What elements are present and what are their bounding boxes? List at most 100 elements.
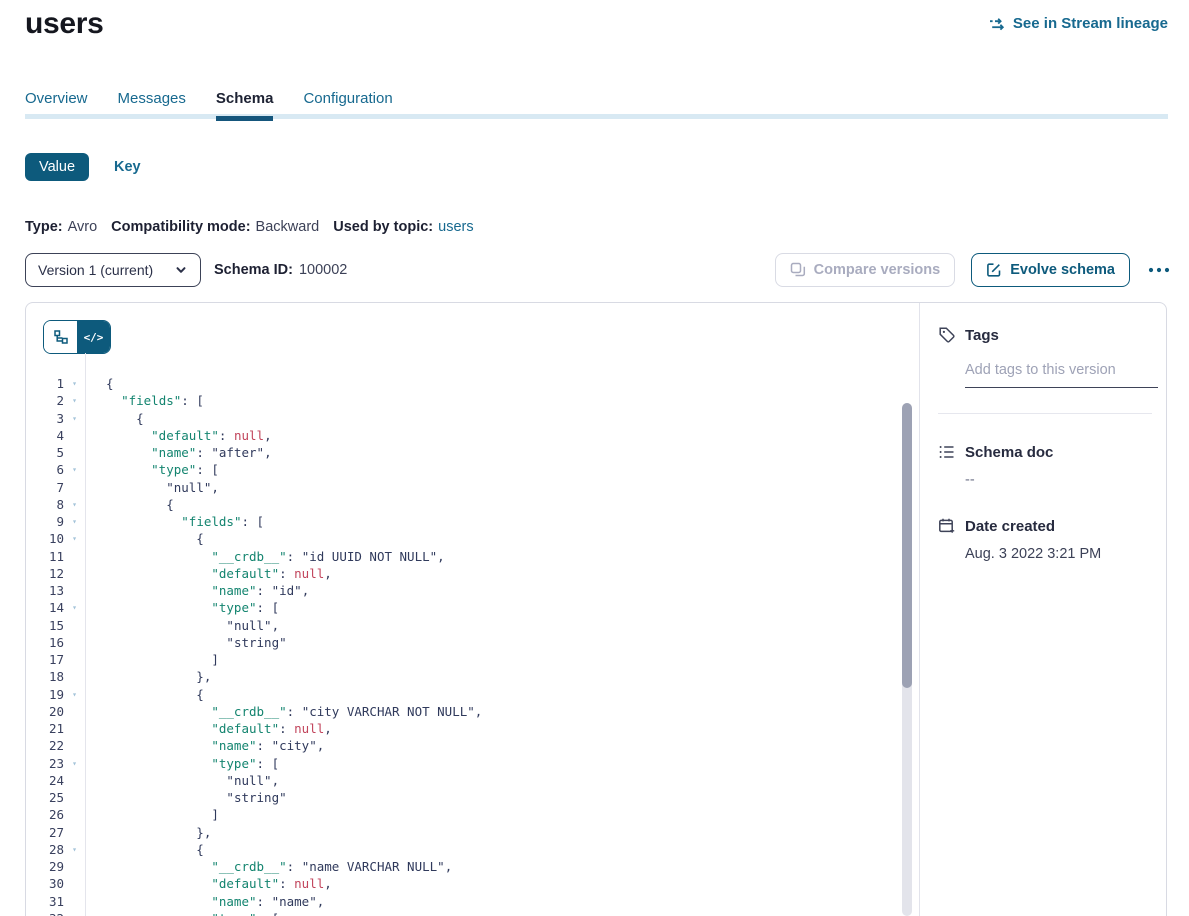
tab-configuration[interactable]: Configuration xyxy=(303,90,392,121)
code-line: 3▾ { xyxy=(26,410,919,427)
editor-scrollbar-track[interactable] xyxy=(902,403,912,916)
code-text: "__crdb__": "city VARCHAR NOT NULL", xyxy=(85,704,482,719)
code-line: 22 "name": "city", xyxy=(26,737,919,754)
type-value: Avro xyxy=(68,219,98,235)
line-number: 32 xyxy=(26,911,64,916)
schema-page: users See in Stream lineage Overview Mes… xyxy=(0,0,1189,916)
code-line: 25 "string" xyxy=(26,789,919,806)
evolve-schema-button[interactable]: Evolve schema xyxy=(971,253,1130,287)
schema-doc-value: -- xyxy=(965,472,1152,488)
code-text: }, xyxy=(85,669,211,684)
code-line: 30 "default": null, xyxy=(26,875,919,892)
code-text: { xyxy=(85,497,174,512)
fold-arrow-icon[interactable]: ▾ xyxy=(64,517,85,526)
tags-title: Tags xyxy=(965,327,999,344)
version-select[interactable]: Version 1 (current) xyxy=(25,253,201,287)
code-text: "name": "after", xyxy=(85,445,272,460)
line-number: 27 xyxy=(26,825,64,840)
type-label: Type: xyxy=(25,219,63,235)
code-text: "__crdb__": "id UUID NOT NULL", xyxy=(85,549,445,564)
add-tags-input[interactable]: Add tags to this version xyxy=(965,362,1158,388)
line-number: 7 xyxy=(26,480,64,495)
tab-schema[interactable]: Schema xyxy=(216,90,274,121)
used-by-topic-label: Used by topic: xyxy=(333,219,433,235)
value-toggle-button[interactable]: Value xyxy=(25,153,89,181)
code-line: 19▾ { xyxy=(26,686,919,703)
view-toggle-group: </> xyxy=(43,320,111,354)
code-line: 24 "null", xyxy=(26,772,919,789)
code-text: "string" xyxy=(85,790,287,805)
date-created-section: Date created Aug. 3 2022 3:21 PM xyxy=(938,517,1152,562)
line-number: 5 xyxy=(26,445,64,460)
fold-arrow-icon[interactable]: ▾ xyxy=(64,465,85,474)
code-line: 23▾ "type": [ xyxy=(26,755,919,772)
value-key-toggle: Value Key xyxy=(25,153,141,181)
fold-arrow-icon[interactable]: ▾ xyxy=(64,759,85,768)
compare-versions-button[interactable]: Compare versions xyxy=(775,253,956,287)
code-line: 5 "name": "after", xyxy=(26,444,919,461)
more-actions-button[interactable] xyxy=(1146,263,1172,277)
compare-versions-label: Compare versions xyxy=(814,262,941,278)
tab-overview[interactable]: Overview xyxy=(25,90,88,121)
fold-arrow-icon[interactable]: ▾ xyxy=(64,690,85,699)
code-region[interactable]: 1▾{2▾ "fields": [3▾ {4 "default": null,5… xyxy=(26,353,919,916)
line-number: 6 xyxy=(26,462,64,477)
code-view-icon: </> xyxy=(84,331,104,344)
line-number: 14 xyxy=(26,600,64,615)
key-toggle-button[interactable]: Key xyxy=(114,159,141,175)
code-text: "type": [ xyxy=(85,756,279,771)
code-text: { xyxy=(85,687,204,702)
code-text: "default": null, xyxy=(85,428,272,443)
code-text: "name": "id", xyxy=(85,583,309,598)
sidebar-divider xyxy=(938,413,1152,414)
code-text: "default": null, xyxy=(85,876,332,891)
line-number: 25 xyxy=(26,790,64,805)
schema-id-value: 100002 xyxy=(299,262,347,278)
code-line: 15 "null", xyxy=(26,617,919,634)
line-number: 12 xyxy=(26,566,64,581)
code-text: }, xyxy=(85,825,211,840)
code-line: 27 }, xyxy=(26,824,919,841)
line-number: 16 xyxy=(26,635,64,650)
code-text: "string" xyxy=(85,635,287,650)
tab-messages[interactable]: Messages xyxy=(118,90,186,121)
line-number: 8 xyxy=(26,497,64,512)
code-view-button[interactable]: </> xyxy=(77,321,110,353)
editor-scrollbar-thumb[interactable] xyxy=(902,403,912,688)
schema-card: </> 1▾{2▾ "fields": [3▾ {4 "default": nu… xyxy=(25,302,1167,916)
code-line: 32▾ "type": [ xyxy=(26,910,919,916)
stream-lineage-label: See in Stream lineage xyxy=(1013,15,1168,32)
line-number: 4 xyxy=(26,428,64,443)
code-line: 9▾ "fields": [ xyxy=(26,513,919,530)
tree-view-button[interactable] xyxy=(44,321,77,353)
code-line: 17 ] xyxy=(26,651,919,668)
editor-toolbar: </> xyxy=(26,303,919,354)
stream-lineage-link[interactable]: See in Stream lineage xyxy=(989,15,1168,32)
date-created-value: Aug. 3 2022 3:21 PM xyxy=(965,546,1152,562)
line-number: 30 xyxy=(26,876,64,891)
code-text: "default": null, xyxy=(85,566,332,581)
fold-arrow-icon[interactable]: ▾ xyxy=(64,414,85,423)
schema-doc-section: Schema doc -- xyxy=(938,443,1152,488)
tags-section-header: Tags xyxy=(938,326,1152,344)
schema-meta: Type:Avro Compatibility mode:Backward Us… xyxy=(25,219,474,235)
fold-arrow-icon[interactable]: ▾ xyxy=(64,396,85,405)
code-line: 12 "default": null, xyxy=(26,565,919,582)
fold-arrow-icon[interactable]: ▾ xyxy=(64,500,85,509)
code-text: { xyxy=(85,531,204,546)
code-line: 13 "name": "id", xyxy=(26,582,919,599)
stream-lineage-icon xyxy=(989,17,1006,31)
line-number: 17 xyxy=(26,652,64,667)
compare-versions-icon xyxy=(790,262,806,278)
fold-arrow-icon[interactable]: ▾ xyxy=(64,845,85,854)
fold-arrow-icon[interactable]: ▾ xyxy=(64,603,85,612)
code-line: 29 "__crdb__": "name VARCHAR NULL", xyxy=(26,858,919,875)
topic-link[interactable]: users xyxy=(438,219,473,235)
fold-arrow-icon[interactable]: ▾ xyxy=(64,534,85,543)
code-line: 21 "default": null, xyxy=(26,720,919,737)
fold-arrow-icon[interactable]: ▾ xyxy=(64,379,85,388)
code-line: 26 ] xyxy=(26,806,919,823)
code-text: ] xyxy=(85,807,219,822)
line-number: 31 xyxy=(26,894,64,909)
line-number: 20 xyxy=(26,704,64,719)
